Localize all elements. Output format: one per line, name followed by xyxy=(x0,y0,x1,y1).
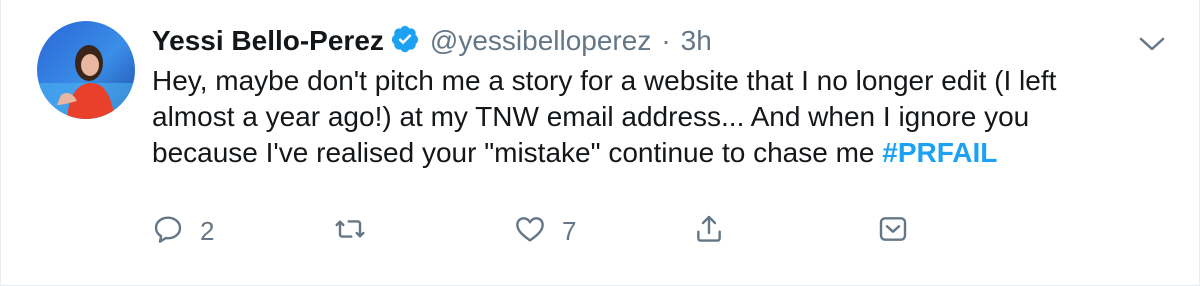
action-bar: 2 7 xyxy=(152,211,932,251)
verified-badge-icon xyxy=(384,24,430,59)
tweet-text-line: almost a year ago!) at my TNW email addr… xyxy=(152,101,1030,132)
separator-dot: · xyxy=(661,25,671,56)
retweet-icon xyxy=(334,213,366,250)
message-icon xyxy=(877,213,909,250)
tweet-text-line: Hey, maybe don't pitch me a story for a … xyxy=(152,65,1057,96)
tweet-text-line: because I've realised your "mistake" con… xyxy=(152,137,883,168)
avatar[interactable] xyxy=(37,21,135,119)
author-name[interactable]: Yessi Bello-Perez xyxy=(152,25,384,57)
tweet-text: Hey, maybe don't pitch me a story for a … xyxy=(152,63,1172,171)
retweet-button[interactable] xyxy=(334,211,382,251)
reply-icon xyxy=(152,213,184,250)
chevron-down-icon[interactable] xyxy=(1135,28,1169,58)
share-icon xyxy=(693,213,725,250)
timestamp[interactable]: 3h xyxy=(681,25,712,57)
heart-icon xyxy=(514,213,546,250)
like-button[interactable]: 7 xyxy=(514,211,576,251)
like-count: 7 xyxy=(562,215,577,246)
hashtag-link[interactable]: #PRFAIL xyxy=(882,137,997,168)
reply-count: 2 xyxy=(200,215,215,246)
tweet-header: Yessi Bello-Perez @yessibelloperez · 3h xyxy=(152,22,712,60)
dm-button[interactable] xyxy=(877,211,909,251)
reply-button[interactable]: 2 xyxy=(152,211,214,251)
tweet-card[interactable]: Yessi Bello-Perez @yessibelloperez · 3h … xyxy=(0,0,1200,286)
share-button[interactable] xyxy=(693,211,725,251)
author-handle[interactable]: @yessibelloperez xyxy=(430,25,651,57)
